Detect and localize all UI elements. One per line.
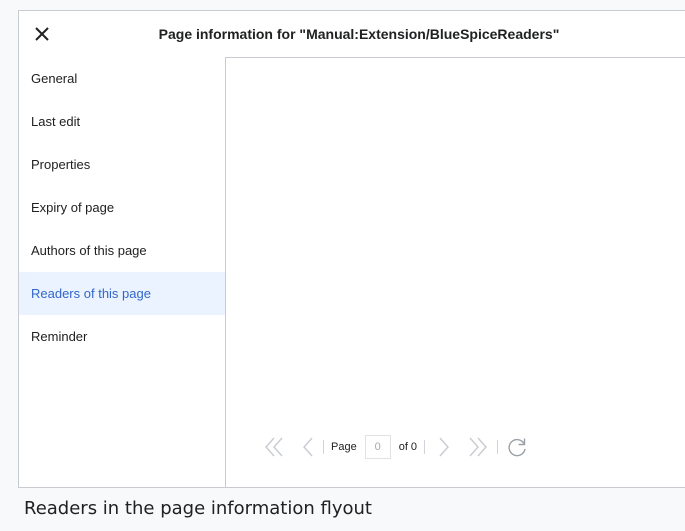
- refresh-button[interactable]: [505, 435, 529, 459]
- sidebar-item-properties[interactable]: Properties: [19, 143, 225, 186]
- refresh-icon: [508, 438, 526, 457]
- page-label: Page: [331, 441, 357, 453]
- image-caption: Readers in the page information flyout: [24, 498, 372, 519]
- previous-page-icon: [303, 437, 313, 457]
- paging-toolbar: Page 0 of 0: [262, 434, 529, 460]
- sidebar-item-readers[interactable]: Readers of this page: [19, 272, 225, 315]
- previous-page-button[interactable]: [300, 435, 316, 459]
- close-icon: [35, 27, 49, 41]
- first-page-button[interactable]: [262, 435, 286, 459]
- sidebar-item-authors[interactable]: Authors of this page: [19, 229, 225, 272]
- page-number-input[interactable]: 0: [364, 435, 391, 459]
- dialog-header: Page information for "Manual:Extension/B…: [19, 11, 685, 58]
- sidebar-nav: General Last edit Properties Expiry of p…: [19, 57, 226, 487]
- dialog-title: Page information for "Manual:Extension/B…: [158, 26, 560, 42]
- toolbar-separator: [323, 440, 324, 454]
- sidebar-item-last-edit[interactable]: Last edit: [19, 100, 225, 143]
- sidebar-item-expiry-of-page[interactable]: Expiry of page: [19, 186, 225, 229]
- close-button[interactable]: [27, 19, 57, 49]
- toolbar-separator: [497, 440, 499, 454]
- sidebar-item-general[interactable]: General: [19, 57, 225, 100]
- last-page-icon: [469, 437, 487, 457]
- next-page-icon: [439, 437, 449, 457]
- toolbar-separator: [424, 440, 426, 454]
- page-count-label: of 0: [398, 441, 418, 453]
- first-page-icon: [265, 437, 283, 457]
- sidebar-item-reminder[interactable]: Reminder: [19, 315, 225, 358]
- readers-panel: Page 0 of 0: [226, 57, 685, 487]
- last-page-button[interactable]: [466, 435, 490, 459]
- next-page-button[interactable]: [436, 435, 452, 459]
- page-information-dialog: Page information for "Manual:Extension/B…: [18, 10, 685, 488]
